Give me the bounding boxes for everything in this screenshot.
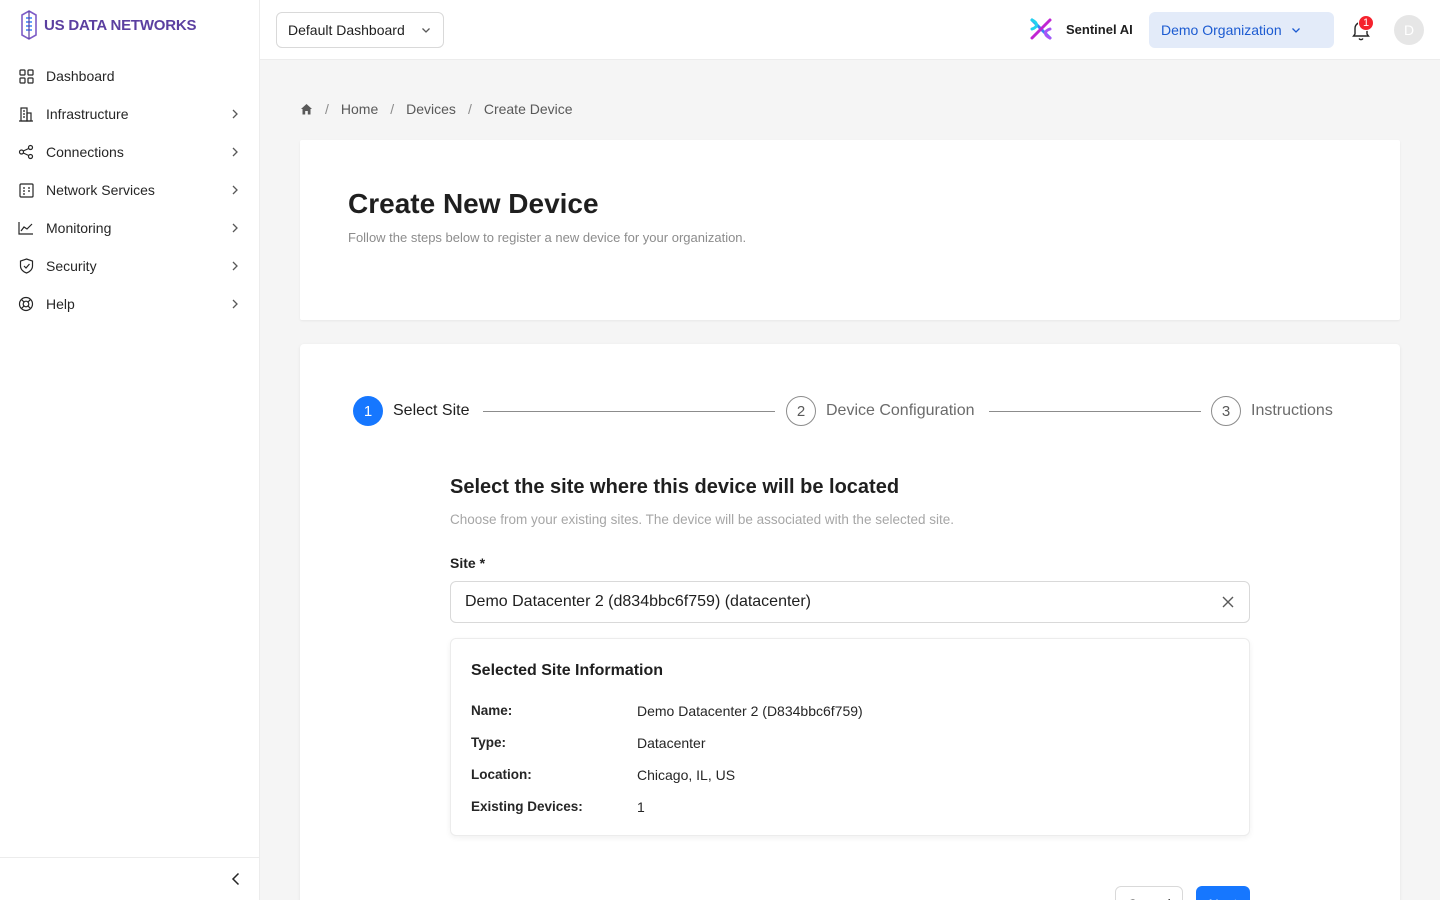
notification-badge: 1 bbox=[1358, 15, 1375, 31]
cancel-button[interactable]: Cancel bbox=[1115, 886, 1183, 900]
chevron-right-icon bbox=[228, 107, 242, 121]
home-icon[interactable] bbox=[300, 103, 313, 116]
sidebar-footer bbox=[0, 857, 260, 900]
step-number: 2 bbox=[786, 396, 816, 426]
sentinel-ai-icon bbox=[1028, 17, 1054, 41]
step-label: Instructions bbox=[1251, 402, 1333, 419]
site-info-row: Type: Datacenter bbox=[471, 735, 705, 751]
dashboard-select-value: Default Dashboard bbox=[288, 22, 405, 38]
network-icon bbox=[18, 182, 34, 198]
breadcrumb-home[interactable]: Home bbox=[341, 101, 378, 117]
organization-select[interactable]: Demo Organization bbox=[1149, 12, 1334, 48]
breadcrumb: / Home / Devices / Create Device bbox=[300, 101, 573, 117]
breadcrumb-separator: / bbox=[325, 101, 329, 117]
brand-logo[interactable]: US DATA NETWORKS bbox=[20, 10, 197, 40]
step-instructions[interactable]: 3 Instructions bbox=[1211, 396, 1333, 426]
building-icon bbox=[18, 106, 34, 122]
breadcrumb-current: Create Device bbox=[483, 101, 573, 117]
step-number: 1 bbox=[353, 396, 383, 426]
step-label: Select Site bbox=[393, 402, 470, 419]
chevron-right-icon bbox=[228, 145, 242, 159]
chevron-right-icon bbox=[228, 259, 242, 273]
avatar[interactable]: D bbox=[1394, 15, 1424, 45]
stepper: 1 Select Site 2 Device Configuration 3 I… bbox=[353, 396, 1343, 426]
top-header: Default Dashboard Sentinel AI Demo Organ… bbox=[260, 0, 1440, 60]
page-title: Create New Device bbox=[348, 188, 599, 219]
site-field-label: Site * bbox=[450, 555, 486, 571]
sidebar-item-network-services[interactable]: Network Services bbox=[0, 171, 260, 209]
sidebar-item-dashboard[interactable]: Dashboard bbox=[0, 57, 260, 95]
site-select-value: Demo Datacenter 2 (d834bbc6f759) (datace… bbox=[465, 593, 811, 610]
section-title: Select the site where this device will b… bbox=[450, 476, 900, 498]
next-button[interactable]: Next bbox=[1196, 886, 1250, 900]
sidebar-item-security[interactable]: Security bbox=[0, 247, 260, 285]
breadcrumb-separator: / bbox=[467, 101, 472, 117]
chevron-down-icon bbox=[1290, 24, 1302, 36]
chevron-down-icon bbox=[420, 24, 432, 36]
dashboard-select[interactable]: Default Dashboard bbox=[276, 12, 444, 48]
sidebar-nav: Dashboard Infrastructure Connections Net… bbox=[0, 57, 260, 323]
step-label: Device Configuration bbox=[826, 402, 975, 419]
sidebar-item-label: Infrastructure bbox=[46, 106, 129, 122]
sidebar-item-label: Help bbox=[46, 296, 75, 312]
sidebar-item-label: Monitoring bbox=[46, 220, 112, 236]
sidebar-item-connections[interactable]: Connections bbox=[0, 133, 260, 171]
section-subtitle: Choose from your existing sites. The dev… bbox=[450, 512, 954, 527]
sidebar-item-infrastructure[interactable]: Infrastructure bbox=[0, 95, 260, 133]
site-info-value: Chicago, IL, US bbox=[637, 767, 736, 783]
sidebar: US DATA NETWORKS Dashboard Infrastructur… bbox=[0, 0, 260, 900]
chevron-right-icon bbox=[228, 297, 242, 311]
site-info-key: Existing Devices: bbox=[471, 799, 583, 814]
site-info-row: Location: Chicago, IL, US bbox=[471, 767, 735, 783]
sidebar-item-label: Connections bbox=[46, 144, 124, 160]
sentinel-ai-label: Sentinel AI bbox=[1066, 21, 1133, 37]
site-info-value: 1 bbox=[637, 799, 645, 815]
selected-site-info: Selected Site Information Name: Demo Dat… bbox=[450, 638, 1250, 836]
shield-icon bbox=[18, 258, 34, 274]
grid-icon bbox=[18, 68, 34, 84]
site-info-value: Datacenter bbox=[637, 735, 706, 751]
sidebar-item-label: Security bbox=[46, 258, 97, 274]
brand-name: US DATA NETWORKS bbox=[44, 16, 197, 34]
clear-icon[interactable] bbox=[1221, 595, 1235, 609]
step-number: 3 bbox=[1211, 396, 1241, 426]
site-select[interactable]: Demo Datacenter 2 (d834bbc6f759) (datace… bbox=[450, 581, 1250, 623]
sentinel-ai-button[interactable]: Sentinel AI bbox=[1028, 17, 1133, 41]
chevron-right-icon bbox=[228, 221, 242, 235]
site-info-row: Existing Devices: 1 bbox=[471, 799, 645, 815]
create-device-card: 1 Select Site 2 Device Configuration 3 I… bbox=[300, 344, 1400, 900]
chevron-right-icon bbox=[228, 183, 242, 197]
site-info-key: Name: bbox=[471, 703, 513, 718]
lifebuoy-icon bbox=[18, 296, 34, 312]
site-info-title: Selected Site Information bbox=[471, 662, 664, 679]
site-info-key: Location: bbox=[471, 767, 532, 782]
site-info-key: Type: bbox=[471, 735, 507, 750]
collapse-sidebar-icon[interactable] bbox=[228, 871, 244, 887]
sidebar-item-help[interactable]: Help bbox=[0, 285, 260, 323]
step-connector bbox=[989, 411, 1201, 412]
line-chart-icon bbox=[18, 220, 34, 236]
site-info-row: Name: Demo Datacenter 2 (D834bbc6f759) bbox=[471, 703, 863, 719]
step-connector bbox=[483, 411, 775, 412]
step-device-configuration[interactable]: 2 Device Configuration bbox=[786, 396, 975, 426]
breadcrumb-separator: / bbox=[390, 101, 395, 117]
share-icon bbox=[18, 144, 34, 160]
page-subtitle: Follow the steps below to register a new… bbox=[348, 230, 747, 245]
step-select-site[interactable]: 1 Select Site bbox=[353, 396, 469, 426]
site-info-value: Demo Datacenter 2 (D834bbc6f759) bbox=[637, 703, 863, 719]
organization-select-value: Demo Organization bbox=[1161, 22, 1282, 38]
breadcrumb-devices[interactable]: Devices bbox=[406, 101, 456, 117]
sidebar-item-label: Network Services bbox=[46, 182, 155, 198]
page-header-card: Create New Device Follow the steps below… bbox=[300, 140, 1400, 320]
brand-logo-icon bbox=[21, 10, 37, 40]
sidebar-item-monitoring[interactable]: Monitoring bbox=[0, 209, 260, 247]
sidebar-item-label: Dashboard bbox=[46, 68, 115, 84]
